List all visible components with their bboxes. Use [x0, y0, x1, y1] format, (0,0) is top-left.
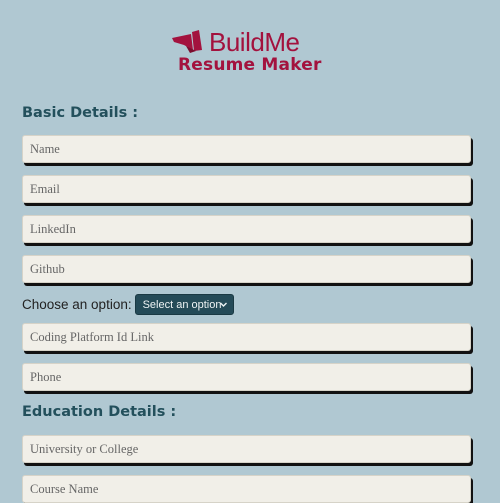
option-select[interactable]: Select an option [134, 294, 234, 315]
brand-logo: BuildMe [170, 27, 300, 57]
chevron-down-icon [219, 302, 227, 307]
phone-input[interactable] [22, 363, 471, 391]
brand-tagline: Resume Maker [178, 55, 322, 75]
university-input[interactable] [22, 435, 471, 463]
course-input[interactable] [22, 475, 471, 503]
option-label: Choose an option: [22, 297, 132, 312]
coding-platform-input[interactable] [22, 323, 471, 351]
brand-name: BuildMe [209, 27, 300, 57]
email-input[interactable] [22, 175, 471, 203]
linkedin-input[interactable] [22, 215, 471, 243]
brand-logo-icon [172, 30, 202, 53]
section-title-basic: Basic Details : [22, 105, 139, 121]
github-input[interactable] [22, 255, 471, 283]
section-title-education: Education Details : [22, 404, 177, 420]
app-header: BuildMe Resume Maker [0, 0, 500, 90]
name-input[interactable] [22, 135, 471, 163]
option-select-value: Select an option [142, 298, 222, 311]
option-row: Choose an option: Select an option [22, 294, 234, 315]
